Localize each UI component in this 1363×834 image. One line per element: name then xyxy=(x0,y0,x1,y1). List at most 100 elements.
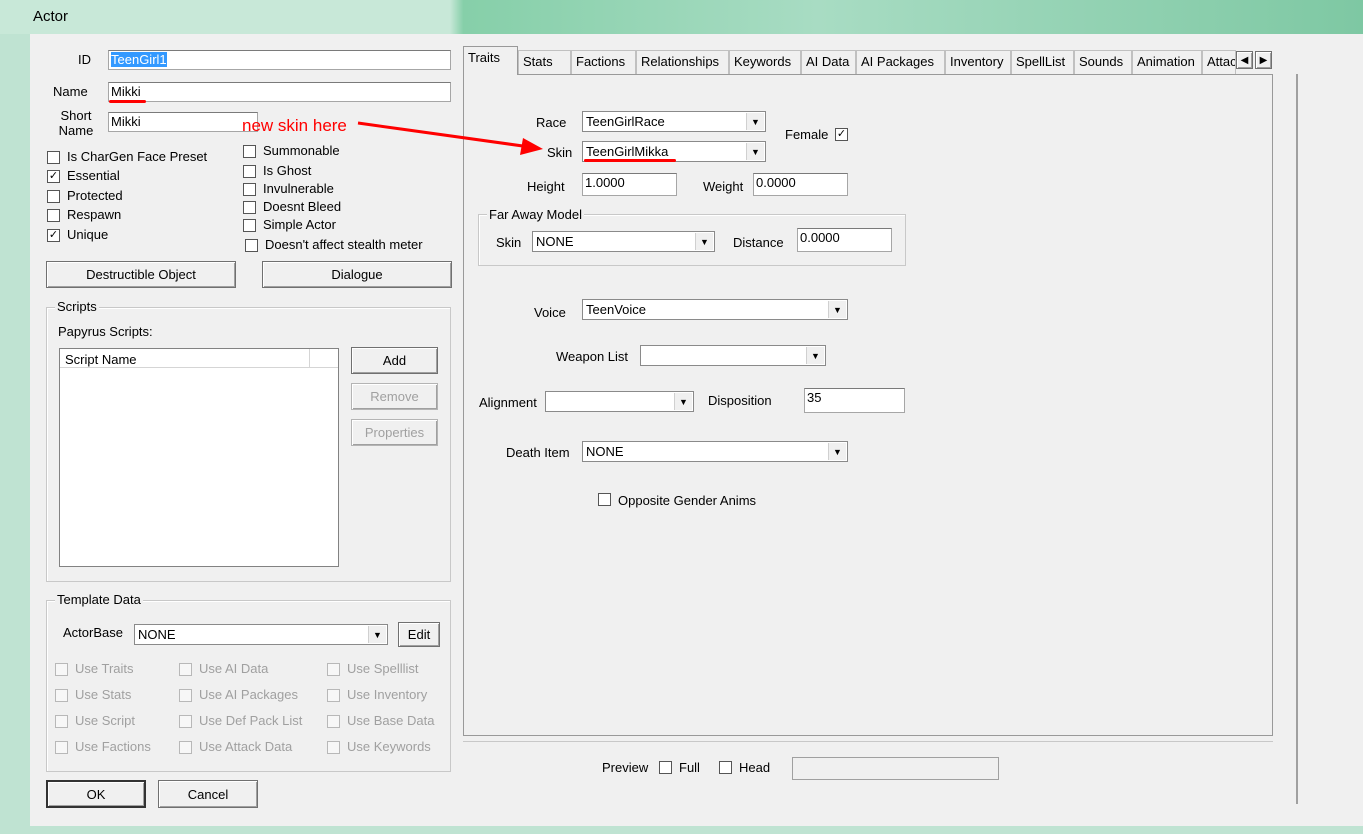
death-item-dropdown[interactable]: NONE ▼ xyxy=(582,441,848,462)
script-properties-button[interactable]: Properties xyxy=(351,419,438,446)
disposition-value: 35 xyxy=(807,390,822,405)
tab-animation[interactable]: Animation xyxy=(1132,50,1202,74)
script-name-column-header[interactable]: Script Name xyxy=(60,349,310,368)
tab-stats[interactable]: Stats xyxy=(518,50,571,74)
tab-ai-packages[interactable]: AI Packages xyxy=(856,50,945,74)
cancel-button[interactable]: Cancel xyxy=(158,780,258,808)
ok-button[interactable]: OK xyxy=(46,780,146,808)
distance-label: Distance xyxy=(733,235,784,250)
race-dropdown[interactable]: TeenGirlRace ▼ xyxy=(582,111,766,132)
use-attack-data-checkbox[interactable] xyxy=(179,741,192,754)
short-name-field[interactable]: Mikki xyxy=(108,112,258,132)
opposite-gender-anims-checkbox[interactable] xyxy=(598,493,611,506)
use-keywords-checkbox[interactable] xyxy=(327,741,340,754)
flag-protected-checkbox[interactable] xyxy=(47,190,60,203)
flag-protected-label: Protected xyxy=(67,188,123,203)
flag-is-chargen-face-preset-label: Is CharGen Face Preset xyxy=(67,149,208,164)
tab-ai-data[interactable]: AI Data xyxy=(801,50,856,74)
flag-simple-actor-checkbox[interactable] xyxy=(243,219,256,232)
preview-status-field xyxy=(792,757,999,780)
use-spelllist-checkbox[interactable] xyxy=(327,663,340,676)
right-edge-divider xyxy=(1296,74,1298,804)
actorbase-value: NONE xyxy=(138,627,176,642)
flag-essential-checkbox[interactable]: ✓ xyxy=(47,170,60,183)
use-stats-checkbox[interactable] xyxy=(55,689,68,702)
chevron-down-icon: ▼ xyxy=(674,393,692,410)
papyrus-scripts-label: Papyrus Scripts: xyxy=(58,324,153,339)
far-skin-dropdown[interactable]: NONE ▼ xyxy=(532,231,715,252)
short-name-label: Short Name xyxy=(56,108,96,138)
tab-scroll-right-button[interactable]: ▶ xyxy=(1255,51,1272,69)
use-script-label: Use Script xyxy=(75,713,135,728)
tab-sounds[interactable]: Sounds xyxy=(1074,50,1132,74)
disposition-field[interactable]: 35 xyxy=(804,388,905,413)
use-traits-checkbox[interactable] xyxy=(55,663,68,676)
scripts-list[interactable]: Script Name xyxy=(59,348,339,567)
weapon-list-label: Weapon List xyxy=(556,349,629,364)
preview-label: Preview xyxy=(602,760,649,775)
female-checkbox[interactable]: ✓ xyxy=(835,128,848,141)
remove-script-button[interactable]: Remove xyxy=(351,383,438,410)
annotation-text: new skin here xyxy=(242,116,347,135)
flag-doesnt-bleed-checkbox[interactable] xyxy=(243,201,256,214)
title-bar[interactable] xyxy=(0,0,1363,34)
destructible-object-button[interactable]: Destructible Object xyxy=(46,261,236,288)
disposition-label: Disposition xyxy=(708,393,772,408)
weapon-list-dropdown[interactable]: ▼ xyxy=(640,345,826,366)
short-name-label-line2: Name xyxy=(58,123,94,138)
flag-is-ghost-checkbox[interactable] xyxy=(243,165,256,178)
use-base-data-checkbox[interactable] xyxy=(327,715,340,728)
flag-unique-checkbox[interactable]: ✓ xyxy=(47,229,60,242)
flag-invulnerable-checkbox[interactable] xyxy=(243,183,256,196)
flag-summonable-label: Summonable xyxy=(263,143,340,158)
tab-factions[interactable]: Factions xyxy=(571,50,636,74)
preview-head-label: Head xyxy=(739,760,771,775)
tab-inventory[interactable]: Inventory xyxy=(945,50,1011,74)
distance-field[interactable]: 0.0000 xyxy=(797,228,892,252)
flag-respawn-checkbox[interactable] xyxy=(47,209,60,222)
name-value: Mikki xyxy=(111,84,141,99)
weight-label: Weight xyxy=(703,179,744,194)
use-ai-data-checkbox[interactable] xyxy=(179,663,192,676)
preview-head-checkbox[interactable] xyxy=(719,761,732,774)
use-factions-checkbox[interactable] xyxy=(55,741,68,754)
use-ai-packages-label: Use AI Packages xyxy=(199,687,298,702)
preview-full-label: Full xyxy=(679,760,700,775)
use-def-pack-list-checkbox[interactable] xyxy=(179,715,192,728)
short-name-value: Mikki xyxy=(111,114,141,129)
flag-respawn-label: Respawn xyxy=(67,207,122,222)
flag-is-ghost-label: Is Ghost xyxy=(263,163,312,178)
alignment-dropdown[interactable]: ▼ xyxy=(545,391,694,412)
height-field[interactable]: 1.0000 xyxy=(582,173,677,196)
use-ai-data-label: Use AI Data xyxy=(199,661,269,676)
dialogue-button[interactable]: Dialogue xyxy=(262,261,452,288)
name-field[interactable]: Mikki xyxy=(108,82,451,102)
preview-full-checkbox[interactable] xyxy=(659,761,672,774)
chevron-down-icon: ▼ xyxy=(368,626,386,643)
flag-summonable-checkbox[interactable] xyxy=(243,145,256,158)
use-script-checkbox[interactable] xyxy=(55,715,68,728)
add-script-button[interactable]: Add xyxy=(351,347,438,374)
annotation-arrow xyxy=(357,121,543,155)
flag-is-chargen-face-preset-checkbox[interactable] xyxy=(47,151,60,164)
flag-doesn-t-affect-stealth-meter-checkbox[interactable] xyxy=(245,239,258,252)
tab-traits[interactable]: Traits xyxy=(463,46,518,75)
id-field[interactable]: TeenGirl1 xyxy=(108,50,451,70)
female-label: Female xyxy=(785,127,829,142)
tab-relationships[interactable]: Relationships xyxy=(636,50,729,74)
actorbase-dropdown[interactable]: NONE ▼ xyxy=(134,624,388,645)
weight-field[interactable]: 0.0000 xyxy=(753,173,848,196)
voice-value: TeenVoice xyxy=(586,302,646,317)
height-label: Height xyxy=(527,179,565,194)
name-underline xyxy=(109,100,146,103)
edit-actorbase-button[interactable]: Edit xyxy=(398,622,440,647)
tab-keywords[interactable]: Keywords xyxy=(729,50,801,74)
tab-scroll-left-button[interactable]: ◀ xyxy=(1236,51,1253,69)
voice-dropdown[interactable]: TeenVoice ▼ xyxy=(582,299,848,320)
use-ai-packages-checkbox[interactable] xyxy=(179,689,192,702)
name-label: Name xyxy=(53,84,88,99)
use-inventory-checkbox[interactable] xyxy=(327,689,340,702)
tab-attac[interactable]: Attac xyxy=(1202,50,1236,74)
chevron-down-icon: ▼ xyxy=(828,443,846,460)
tab-spelllist[interactable]: SpellList xyxy=(1011,50,1074,74)
